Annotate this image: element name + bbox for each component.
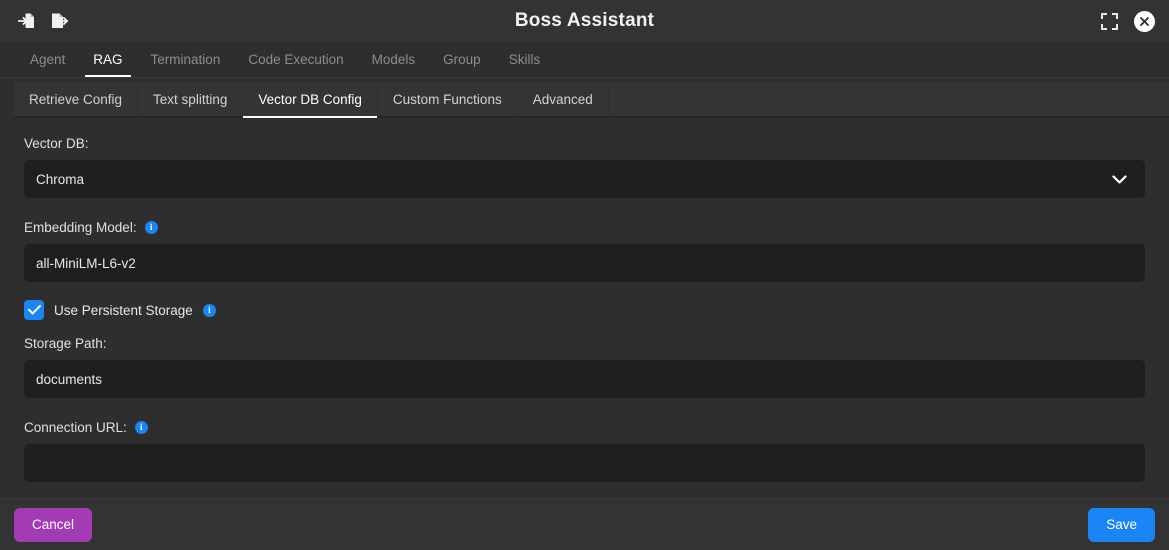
checkmark-icon xyxy=(27,305,41,315)
main-tab-bar: Agent RAG Termination Code Execution Mod… xyxy=(0,42,1169,78)
tab-models-label: Models xyxy=(371,52,416,67)
tab-models[interactable]: Models xyxy=(357,42,430,77)
vector-db-select[interactable]: Chroma xyxy=(24,160,1145,198)
title-bar: Boss Assistant xyxy=(0,0,1169,42)
subtab-retrieve-config-label: Retrieve Config xyxy=(29,91,123,107)
vector-db-label: Vector DB: xyxy=(24,136,1145,151)
subtab-text-splitting-label: Text splitting xyxy=(153,91,228,107)
window-controls xyxy=(1098,0,1155,42)
vector-db-config-form: Vector DB: Chroma Embedding Model: i Use… xyxy=(0,118,1169,482)
subtab-text-splitting[interactable]: Text splitting xyxy=(138,82,243,118)
vector-db-label-text: Vector DB: xyxy=(24,136,89,151)
titlebar-actions xyxy=(0,10,70,32)
subtab-custom-functions-label: Custom Functions xyxy=(392,91,502,107)
tab-group[interactable]: Group xyxy=(429,42,495,77)
close-icon[interactable] xyxy=(1134,10,1155,32)
chevron-down-icon xyxy=(1112,172,1127,187)
fullscreen-icon[interactable] xyxy=(1098,10,1120,32)
subtab-vector-db-config[interactable]: Vector DB Config xyxy=(243,82,377,118)
cancel-button[interactable]: Cancel xyxy=(14,507,93,542)
subtab-filler xyxy=(608,82,1169,118)
action-bar: Cancel Save xyxy=(0,498,1169,550)
info-icon[interactable]: i xyxy=(144,221,158,234)
subtab-custom-functions[interactable]: Custom Functions xyxy=(377,82,517,118)
subtab-advanced-label: Advanced xyxy=(532,91,593,107)
tab-agent-label: Agent xyxy=(30,52,66,67)
export-document-icon[interactable] xyxy=(48,10,70,32)
vector-db-selected-value: Chroma xyxy=(36,171,85,187)
window-title: Boss Assistant xyxy=(514,10,655,31)
tab-code-execution-label: Code Execution xyxy=(248,52,344,67)
use-persistent-storage-row[interactable]: Use Persistent Storage i xyxy=(24,296,1145,324)
tab-group-label: Group xyxy=(443,52,481,67)
subtab-retrieve-config[interactable]: Retrieve Config xyxy=(14,82,138,118)
connection-url-label-text: Connection URL: xyxy=(24,420,127,435)
tab-termination-label: Termination xyxy=(150,52,221,67)
subtab-advanced[interactable]: Advanced xyxy=(517,82,608,118)
use-persistent-storage-label: Use Persistent Storage xyxy=(54,302,193,318)
tab-code-execution[interactable]: Code Execution xyxy=(234,42,358,77)
info-icon[interactable]: i xyxy=(202,303,216,317)
embedding-model-input[interactable] xyxy=(24,244,1145,282)
info-icon[interactable]: i xyxy=(134,421,148,434)
connection-url-input[interactable] xyxy=(24,444,1145,482)
embedding-model-label-text: Embedding Model: xyxy=(24,220,137,235)
tab-skills-label: Skills xyxy=(508,52,541,67)
tab-skills[interactable]: Skills xyxy=(494,42,555,77)
tab-rag[interactable]: RAG xyxy=(79,42,137,77)
import-document-icon[interactable] xyxy=(16,10,38,32)
subtab-vector-db-config-label: Vector DB Config xyxy=(258,91,362,107)
tab-agent[interactable]: Agent xyxy=(16,42,80,77)
tab-termination[interactable]: Termination xyxy=(136,42,235,77)
storage-path-input[interactable] xyxy=(24,360,1145,398)
tab-rag-label: RAG xyxy=(93,52,123,67)
storage-path-label: Storage Path: xyxy=(24,336,1145,351)
connection-url-label: Connection URL: i xyxy=(24,420,1145,435)
embedding-model-label: Embedding Model: i xyxy=(24,220,1145,235)
use-persistent-storage-checkbox[interactable] xyxy=(24,300,44,320)
storage-path-label-text: Storage Path: xyxy=(24,336,107,351)
sub-tab-bar: Retrieve Config Text splitting Vector DB… xyxy=(0,78,1169,118)
save-button[interactable]: Save xyxy=(1088,507,1155,542)
